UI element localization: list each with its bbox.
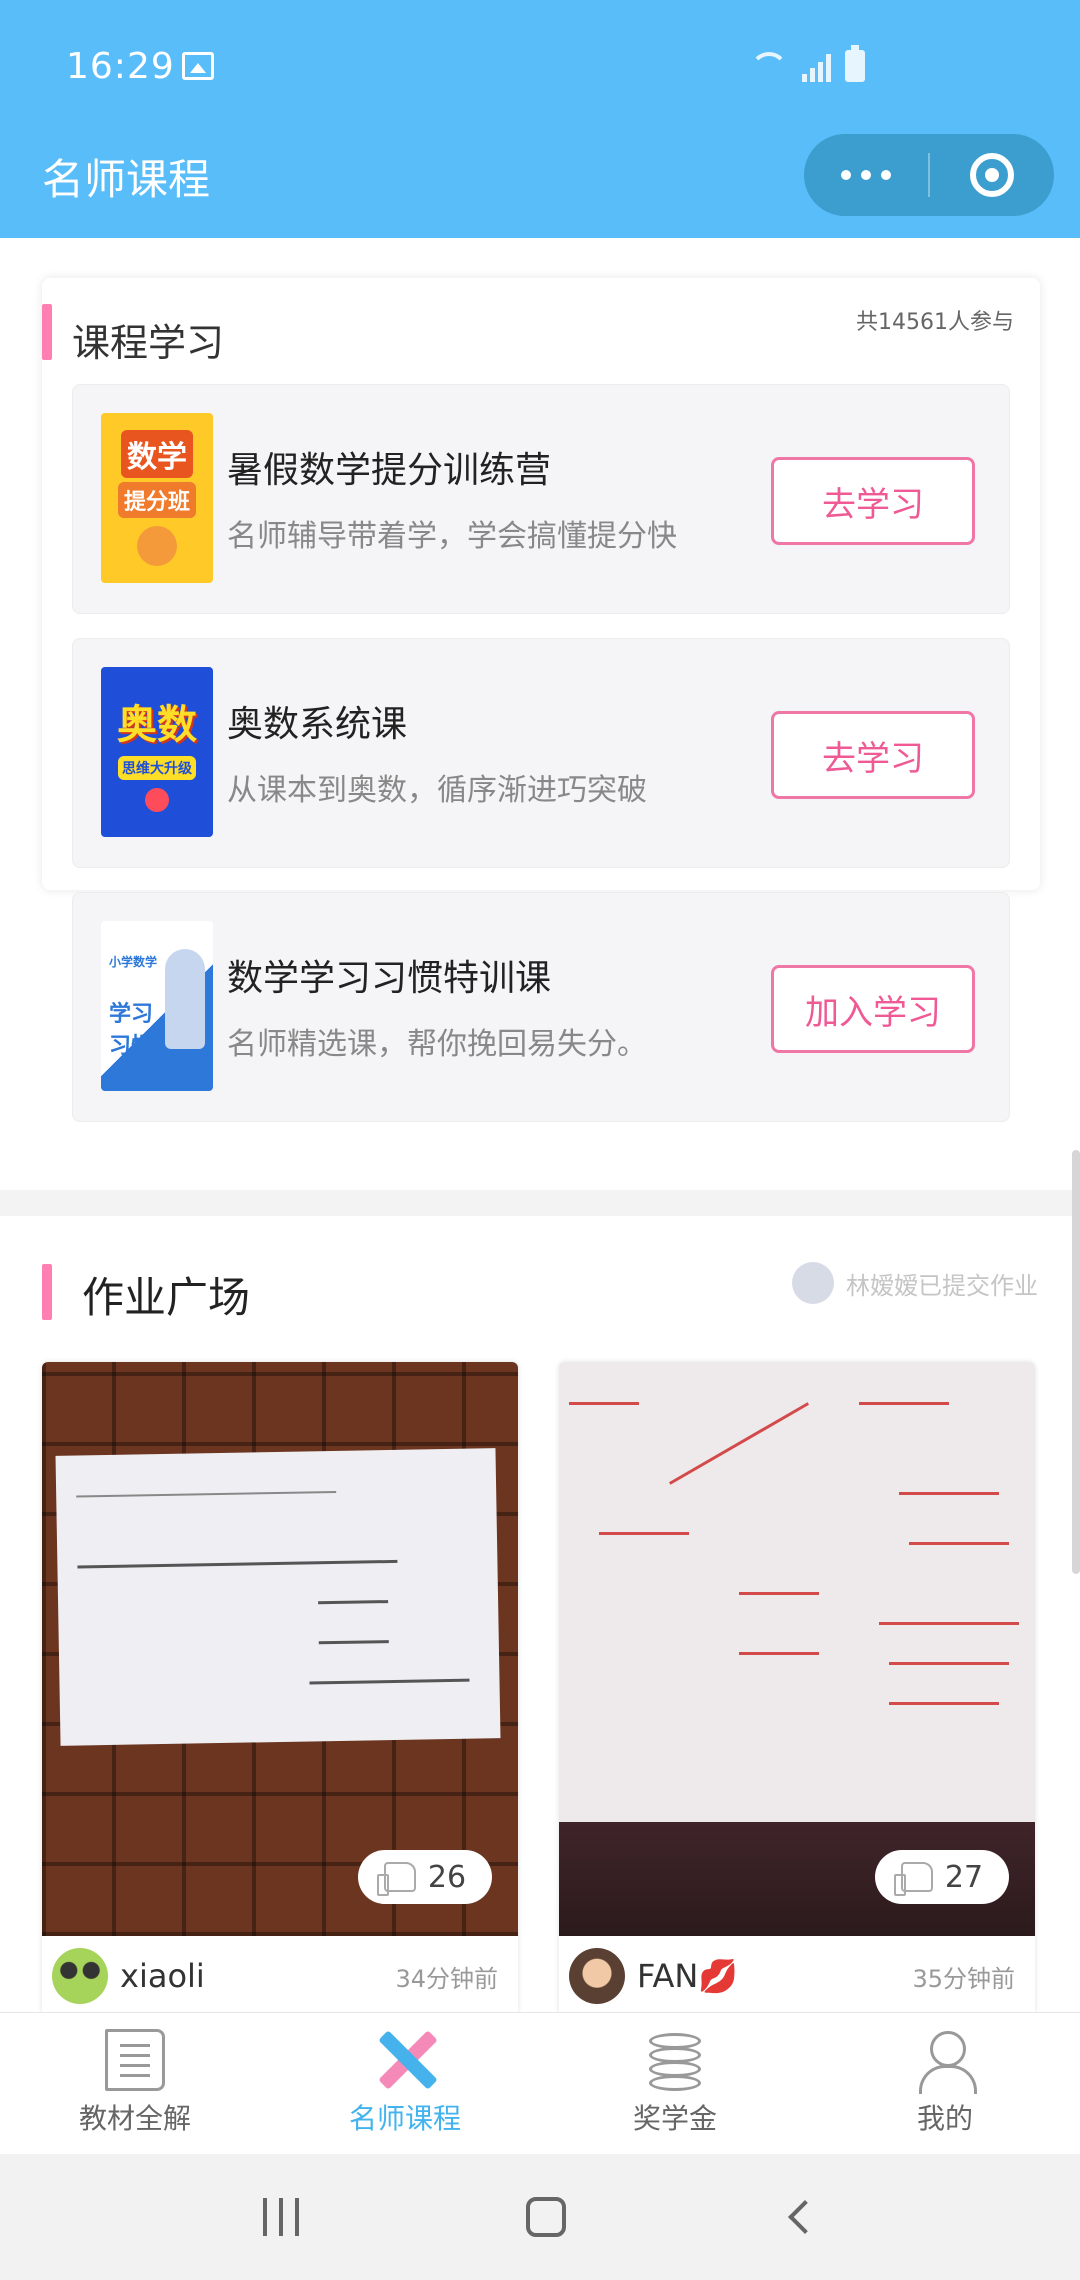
course-description: 名师精选课，帮你挽回易失分。 — [227, 1027, 647, 1062]
homework-notice: 林嫒嫒已提交作业 — [792, 1262, 1038, 1304]
avatar — [792, 1262, 834, 1304]
section-accent-bar — [42, 304, 52, 360]
course-section: 课程学习 共14561人参与 数学 提分班 暑假数学提分训练营 名师辅导带着学，… — [42, 278, 1040, 1122]
thumbs-up-icon — [376, 1862, 416, 1896]
top-bar: 16:29 名师课程 — [0, 0, 1080, 238]
homework-section-title: 作业广场 — [82, 1273, 251, 1322]
course-name: 数学学习习惯特训课 — [227, 958, 552, 999]
course-section-title: 课程学习 — [72, 321, 225, 365]
homework-paper — [559, 1362, 1035, 1822]
tab-mine[interactable]: 我的 — [810, 2013, 1080, 2154]
homework-author: xiaoli 34分钟前 — [42, 1936, 518, 2016]
image-notification-icon — [182, 52, 214, 80]
bottom-tab-bar: 教材全解 名师课程 奖学金 我的 — [0, 2012, 1080, 2154]
avatar — [569, 1948, 625, 2004]
study-button[interactable]: 去学习 — [771, 457, 975, 545]
study-button[interactable]: 去学习 — [771, 711, 975, 799]
battery-icon — [845, 45, 865, 82]
course-name: 奥数系统课 — [227, 704, 408, 745]
status-indicators — [750, 45, 865, 82]
mini-program-capsule — [804, 134, 1054, 216]
pencil-ruler-icon — [375, 2029, 438, 2091]
cover-text: 数学 — [121, 430, 193, 478]
username: FAN💋 — [637, 1957, 739, 1995]
like-count: 27 — [944, 1859, 984, 1895]
join-study-button[interactable]: 加入学习 — [771, 965, 975, 1053]
section-accent-bar — [42, 1264, 52, 1320]
tab-teacher-courses[interactable]: 名师课程 — [270, 2013, 540, 2154]
tab-scholarship[interactable]: 奖学金 — [540, 2013, 810, 2154]
cover-text: 思维大升级 — [118, 756, 196, 780]
tab-textbook[interactable]: 教材全解 — [0, 2013, 270, 2154]
person-icon — [915, 2029, 977, 2094]
cover-text: 提分班 — [117, 482, 196, 518]
course-item[interactable]: 小学数学 学习 习惯 数学学习习惯特训课 名师精选课，帮你挽回易失分。 加入学习 — [72, 892, 1010, 1122]
avatar — [52, 1948, 108, 2004]
tab-label: 奖学金 — [632, 2102, 717, 2135]
tab-label: 名师课程 — [348, 2102, 461, 2135]
tab-label: 我的 — [916, 2102, 973, 2135]
page-title: 名师课程 — [42, 155, 211, 204]
close-target-icon[interactable] — [930, 134, 1054, 216]
like-button[interactable]: 26 — [358, 1850, 492, 1904]
course-cover-image: 数学 提分班 — [101, 413, 213, 583]
tab-label: 教材全解 — [78, 2102, 191, 2135]
homework-photo: 26 — [42, 1362, 518, 1936]
course-description: 从课本到奥数，循序渐进巧突破 — [227, 773, 647, 808]
course-description: 名师辅导带着学，学会搞懂提分快 — [227, 519, 677, 554]
homework-card[interactable]: 26 xiaoli 34分钟前 — [42, 1362, 518, 2016]
homework-photo: 27 — [559, 1362, 1035, 1936]
cover-text: 习惯 — [109, 1033, 154, 1059]
participant-count: 共14561人参与 — [856, 310, 1014, 335]
scrollbar[interactable] — [1072, 1150, 1080, 1574]
course-item[interactable]: 数学 提分班 暑假数学提分训练营 名师辅导带着学，学会搞懂提分快 去学习 — [72, 384, 1010, 614]
post-time: 35分钟前 — [912, 1964, 1015, 1993]
wifi-icon — [750, 52, 788, 82]
more-icon[interactable] — [804, 134, 928, 216]
home-icon[interactable] — [525, 2197, 566, 2237]
cover-text: 小学数学 — [109, 954, 158, 969]
back-icon[interactable] — [787, 2200, 822, 2234]
system-nav-bar — [0, 2154, 1080, 2280]
homework-paper — [55, 1448, 501, 1746]
homework-card[interactable]: 27 FAN💋 35分钟前 — [559, 1362, 1035, 2016]
section-divider — [0, 1190, 1080, 1216]
status-time: 16:29 — [66, 46, 175, 87]
cover-text: 奥数 — [117, 702, 197, 748]
homework-notice-text: 林嫒嫒已提交作业 — [846, 1271, 1038, 1300]
course-item[interactable]: 奥数 思维大升级 奥数系统课 从课本到奥数，循序渐进巧突破 去学习 — [72, 638, 1010, 868]
thumbs-up-icon — [893, 1862, 933, 1896]
course-cover-image: 小学数学 学习 习惯 — [101, 921, 213, 1091]
username: xiaoli — [120, 1957, 205, 1995]
coins-icon — [645, 2029, 705, 2091]
like-button[interactable]: 27 — [875, 1850, 1009, 1904]
signal-icon — [802, 52, 831, 82]
like-count: 26 — [427, 1859, 467, 1895]
book-icon — [105, 2029, 165, 2091]
course-cover-image: 奥数 思维大升级 — [101, 667, 213, 837]
cover-text: 学习 — [109, 1001, 154, 1027]
post-time: 34分钟前 — [395, 1964, 498, 1993]
course-name: 暑假数学提分训练营 — [227, 450, 552, 491]
homework-author: FAN💋 35分钟前 — [559, 1936, 1035, 2016]
recent-apps-icon[interactable] — [263, 2198, 300, 2236]
